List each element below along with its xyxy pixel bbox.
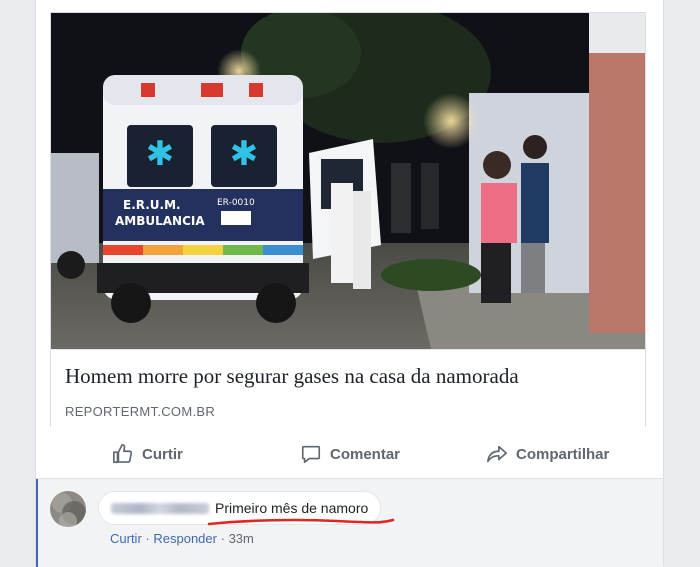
comment-meta: Curtir · Responder · 33m bbox=[110, 531, 254, 546]
like-label: Curtir bbox=[142, 445, 183, 463]
share-label: Compartilhar bbox=[516, 445, 610, 463]
comment-accent-bar bbox=[36, 479, 38, 567]
source-domain: REPORTERMT.COM.BR bbox=[65, 404, 216, 419]
like-button[interactable]: Curtir bbox=[112, 432, 183, 476]
comment-bubble: Primeiro mês de namoro bbox=[98, 491, 395, 526]
comment-section: Primeiro mês de namoro Curtir · Responde… bbox=[36, 478, 663, 567]
headline[interactable]: Homem morre por segurar gases na casa da… bbox=[65, 364, 635, 389]
svg-text:✱: ✱ bbox=[146, 134, 175, 174]
share-arrow-icon bbox=[487, 445, 507, 463]
post-card: ✱ ✱ E.R.U.M. AMBULANCIA ER-0010 Homem mo… bbox=[35, 0, 664, 567]
speech-bubble-icon bbox=[301, 445, 321, 464]
meta-separator: · bbox=[220, 531, 225, 546]
action-bar: Curtir Comentar Compartilhar bbox=[50, 432, 648, 476]
blurred-avatar-icon bbox=[50, 491, 86, 527]
ambulance-code: ER-0010 bbox=[217, 198, 255, 208]
link-preview[interactable]: ✱ ✱ E.R.U.M. AMBULANCIA ER-0010 Homem mo… bbox=[50, 12, 646, 427]
preview-image[interactable]: ✱ ✱ E.R.U.M. AMBULANCIA ER-0010 bbox=[51, 13, 645, 349]
avatar[interactable] bbox=[50, 491, 86, 527]
comment-reply-link[interactable]: Responder bbox=[153, 531, 217, 546]
ambulance-text-2: AMBULANCIA bbox=[115, 214, 205, 228]
comment-text-content: Primeiro mês de namoro bbox=[215, 500, 369, 516]
share-button[interactable]: Compartilhar bbox=[486, 432, 609, 476]
meta-separator: · bbox=[145, 531, 150, 546]
comment-label: Comentar bbox=[330, 445, 401, 463]
comment-time[interactable]: 33m bbox=[229, 531, 254, 546]
ambulance-text-1: E.R.U.M. bbox=[123, 198, 181, 212]
comment-text: Primeiro mês de namoro bbox=[207, 500, 395, 526]
red-underline-annotation bbox=[207, 518, 395, 526]
thumbs-up-icon bbox=[113, 444, 133, 464]
preview-text[interactable]: Homem morre por segurar gases na casa da… bbox=[51, 349, 645, 427]
ambulance-scene-image: ✱ ✱ E.R.U.M. AMBULANCIA ER-0010 bbox=[51, 13, 645, 349]
svg-text:✱: ✱ bbox=[230, 134, 259, 174]
comment-like-link[interactable]: Curtir bbox=[110, 531, 142, 546]
commenter-name-blurred[interactable] bbox=[111, 502, 209, 514]
comment-button[interactable]: Comentar bbox=[300, 432, 400, 476]
